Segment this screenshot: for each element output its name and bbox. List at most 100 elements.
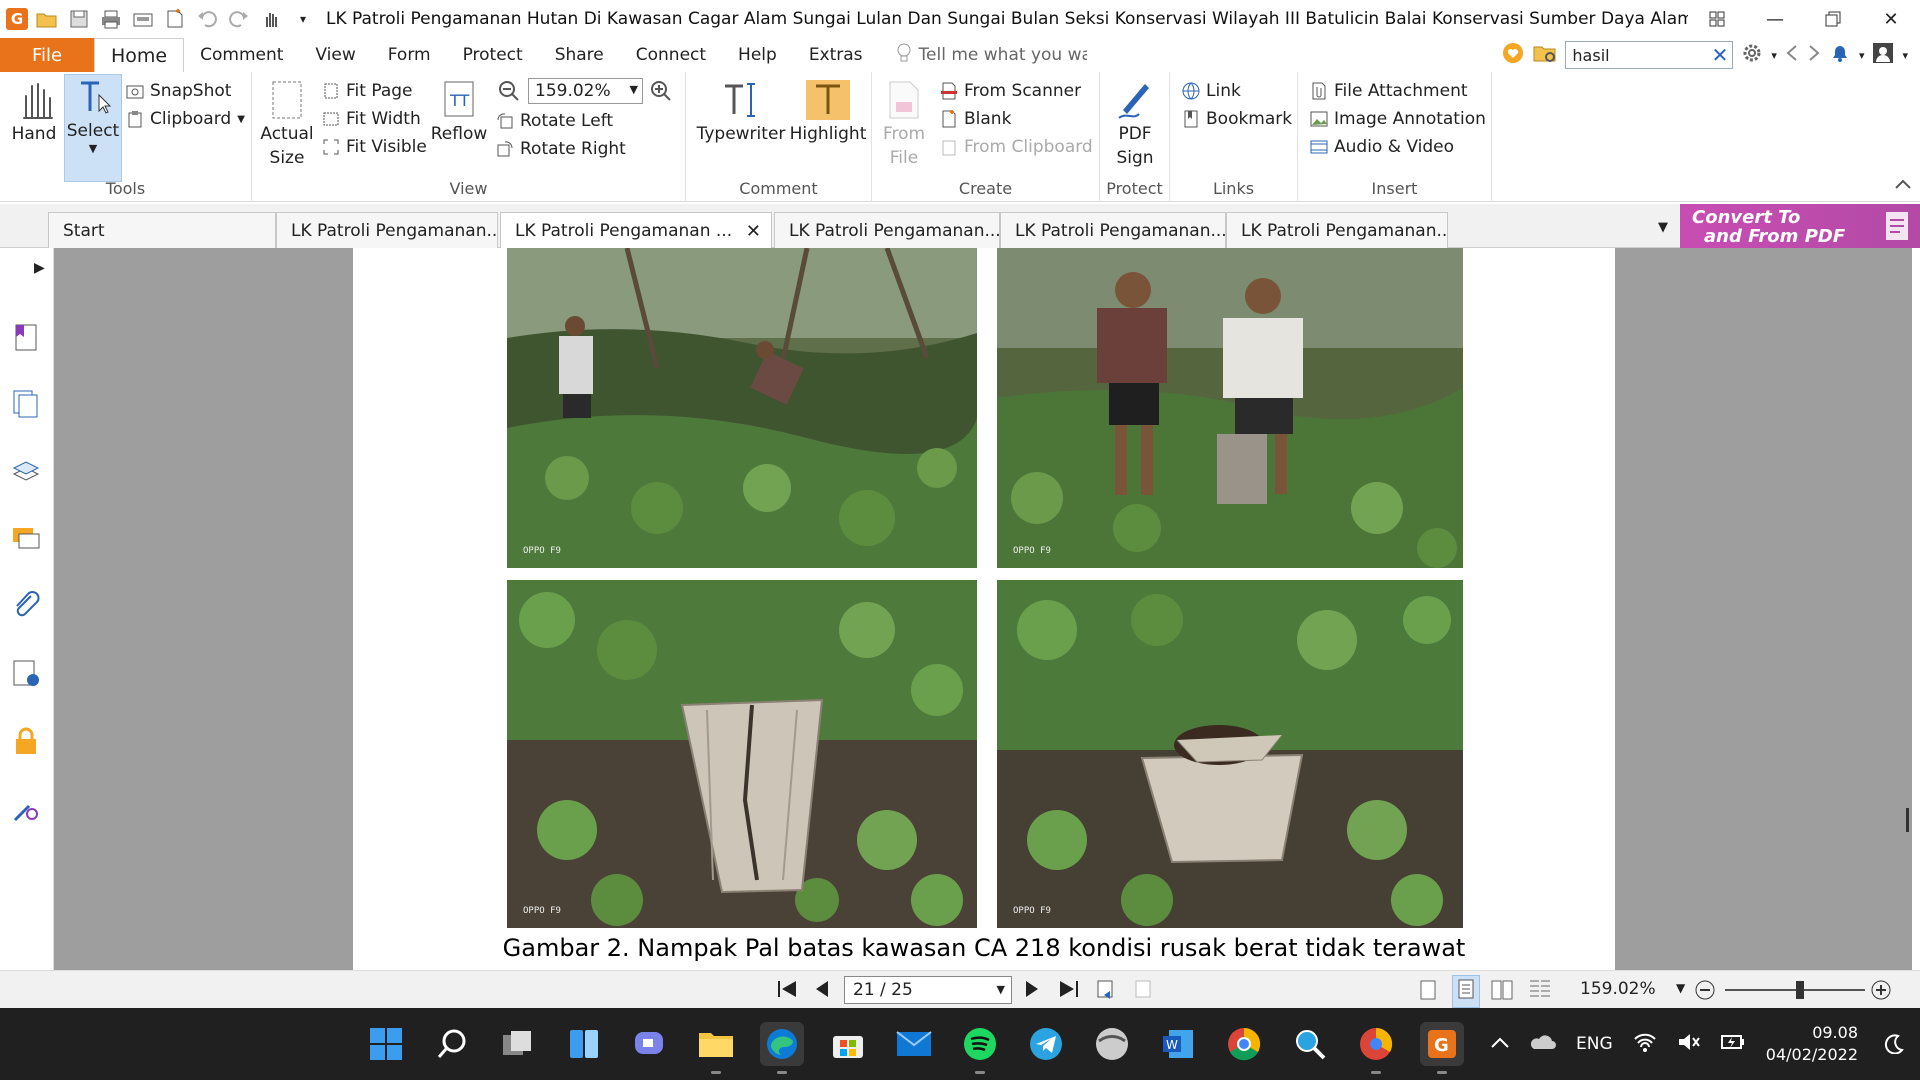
tile-windows-icon[interactable] <box>1688 0 1746 38</box>
print-icon[interactable] <box>98 6 124 32</box>
account-icon[interactable] <box>1872 42 1894 69</box>
system-clock[interactable]: 09.08 04/02/2022 <box>1766 1022 1858 1066</box>
undo-icon[interactable] <box>194 6 220 32</box>
app-logo-icon[interactable]: G <box>6 8 28 30</box>
find-folder-icon[interactable] <box>1533 42 1557 69</box>
tab-view[interactable]: View <box>299 38 371 72</box>
doc-tab-4[interactable]: LK Patroli Pengamanan... <box>1000 212 1226 248</box>
close-tab-icon[interactable]: ✕ <box>746 221 761 242</box>
onedrive-icon[interactable] <box>1530 1033 1556 1056</box>
content-search-icon[interactable] <box>11 794 41 824</box>
tab-share[interactable]: Share <box>539 38 620 72</box>
bookmark-button[interactable]: Bookmark <box>1182 106 1292 132</box>
snapshot-button[interactable]: SnapShot <box>126 78 231 104</box>
doc-tab-active[interactable]: LK Patroli Pengamanan ... ✕ <box>500 212 772 249</box>
previous-view-icon[interactable] <box>1096 979 1118 1006</box>
hand-tool-quick-icon[interactable] <box>258 6 284 32</box>
first-page-icon[interactable] <box>776 979 798 1004</box>
new-document-icon[interactable] <box>162 6 188 32</box>
clipboard-dropdown-icon[interactable]: ▼ <box>237 114 245 125</box>
magnifier-app-icon[interactable] <box>1288 1022 1332 1066</box>
vertical-scrollbar-thumb[interactable] <box>1906 808 1909 832</box>
bell-dropdown-icon[interactable]: ▾ <box>1859 49 1865 62</box>
previous-result-icon[interactable] <box>1785 43 1799 68</box>
microsoft-store-icon[interactable] <box>826 1022 870 1066</box>
clipboard-button[interactable]: Clipboard ▼ <box>126 106 245 132</box>
link-button[interactable]: Link <box>1182 78 1241 104</box>
single-page-view-icon[interactable] <box>1418 979 1438 1006</box>
search-options-dropdown-icon[interactable]: ▾ <box>1771 49 1777 62</box>
save-icon[interactable] <box>66 6 92 32</box>
tab-comment[interactable]: Comment <box>184 38 299 72</box>
zoom-slider-thumb[interactable] <box>1796 981 1804 999</box>
actual-size-button[interactable]: Actual Size <box>258 78 316 170</box>
minimize-icon[interactable]: — <box>1746 0 1804 38</box>
search-input[interactable]: hasil ✕ <box>1565 41 1734 69</box>
fit-width-button[interactable]: Fit Width <box>322 106 421 132</box>
mail-icon[interactable] <box>892 1022 936 1066</box>
tab-help[interactable]: Help <box>722 38 793 72</box>
tab-extras[interactable]: Extras <box>793 38 879 72</box>
pages-panel-icon[interactable] <box>11 388 41 418</box>
redo-icon[interactable] <box>226 6 252 32</box>
page-number-field[interactable]: 21 / 25 ▼ <box>844 976 1012 1004</box>
tab-list-dropdown-icon[interactable]: ▼ <box>1658 220 1668 235</box>
image-annotation-button[interactable]: Image Annotation <box>1310 106 1486 132</box>
tell-me-search[interactable]: Tell me what you wa <box>897 43 1087 68</box>
telegram-icon[interactable] <box>1024 1022 1068 1066</box>
audio-video-button[interactable]: Audio & Video <box>1310 134 1454 160</box>
doc-tab-1[interactable]: LK Patroli Pengamanan... <box>276 212 498 248</box>
task-view-icon[interactable] <box>496 1022 540 1066</box>
word-icon[interactable]: W <box>1156 1022 1200 1066</box>
status-zoom-value[interactable]: 159.02% <box>1580 979 1656 999</box>
foxit-pdf-icon[interactable]: G <box>1420 1022 1464 1074</box>
reflow-button[interactable]: TT Reflow <box>430 78 488 146</box>
expand-panel-icon[interactable]: ▶ <box>34 260 45 276</box>
zoom-slider-track[interactable] <box>1725 989 1865 991</box>
zoom-status-dropdown-icon[interactable]: ▼ <box>1676 981 1685 995</box>
edge-browser-icon[interactable] <box>760 1022 804 1074</box>
bookmarks-panel-icon[interactable] <box>11 322 41 352</box>
zoom-out-icon[interactable] <box>498 80 520 107</box>
notifications-moon-icon[interactable] <box>1884 1034 1904 1059</box>
tab-home[interactable]: Home <box>94 38 185 74</box>
from-clipboard-button[interactable]: From Clipboard <box>940 134 1093 160</box>
customize-qat-icon[interactable]: ▾ <box>290 6 316 32</box>
collapse-ribbon-icon[interactable] <box>1894 175 1912 195</box>
comments-panel-icon[interactable] <box>11 524 41 554</box>
doc-tab-5[interactable]: LK Patroli Pengamanan... <box>1226 212 1448 248</box>
heart-icon[interactable] <box>1501 42 1525 69</box>
show-hidden-icons-icon[interactable] <box>1490 1034 1510 1054</box>
blank-button[interactable]: Blank <box>940 106 1011 132</box>
continuous-facing-view-icon[interactable] <box>1528 979 1552 1006</box>
vertical-scrollbar[interactable] <box>1912 248 1920 970</box>
notification-bell-icon[interactable] <box>1829 42 1851 69</box>
next-page-icon[interactable] <box>1024 979 1040 1004</box>
clear-search-icon[interactable]: ✕ <box>1712 43 1729 67</box>
wifi-icon[interactable] <box>1633 1032 1657 1057</box>
chrome-icon[interactable] <box>1222 1022 1266 1066</box>
file-tab[interactable]: File <box>0 38 94 72</box>
fit-visible-button[interactable]: Fit Visible <box>322 134 427 160</box>
file-explorer-icon[interactable] <box>694 1022 738 1074</box>
chrome-profile-icon[interactable] <box>1354 1022 1398 1074</box>
facing-view-icon[interactable] <box>1490 979 1514 1006</box>
attachments-panel-icon[interactable] <box>11 590 41 620</box>
previous-page-icon[interactable] <box>814 979 830 1004</box>
security-lock-icon[interactable] <box>11 726 41 756</box>
file-attachment-button[interactable]: File Attachment <box>1310 78 1468 104</box>
signatures-panel-icon[interactable] <box>11 658 41 688</box>
widgets-icon[interactable] <box>562 1022 606 1066</box>
start-menu-icon[interactable] <box>364 1022 408 1066</box>
close-icon[interactable]: ✕ <box>1862 0 1920 38</box>
zoom-in-icon[interactable] <box>650 80 672 107</box>
highlight-button[interactable]: Highlight <box>786 78 870 146</box>
settings-gear-icon[interactable] <box>1741 42 1763 69</box>
rotate-left-button[interactable]: Rotate Left <box>496 108 613 134</box>
battery-charging-icon[interactable] <box>1720 1034 1745 1055</box>
fit-page-button[interactable]: Fit Page <box>322 78 413 104</box>
tab-start[interactable]: Start <box>48 212 276 248</box>
zoom-level-select[interactable]: 159.02% ▼ <box>528 78 643 104</box>
tab-connect[interactable]: Connect <box>620 38 722 72</box>
document-viewer[interactable]: OPPO F9 OPPO F9 OPPO F9 OPPO F9 Gambar 2… <box>54 248 1912 970</box>
